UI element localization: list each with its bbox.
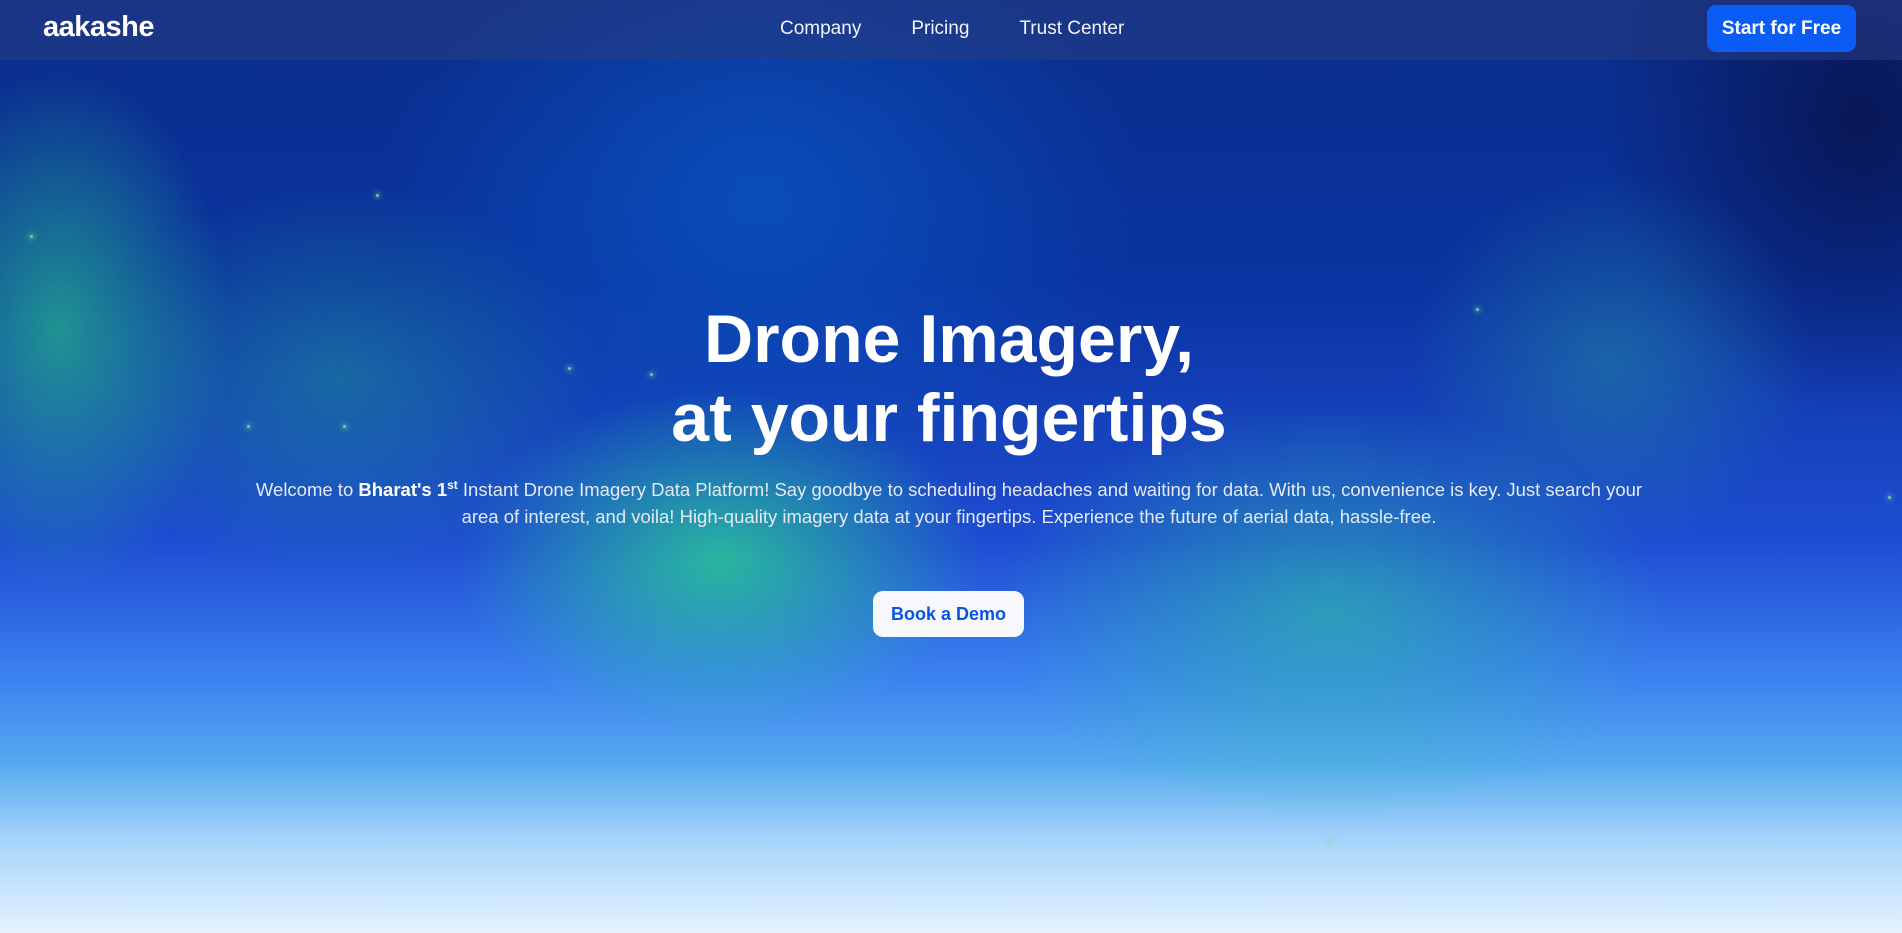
star-decoration bbox=[1888, 496, 1891, 499]
hero-background bbox=[0, 0, 1902, 933]
nav-links: Company Pricing Trust Center bbox=[780, 18, 1124, 40]
start-for-free-button[interactable]: Start for Free bbox=[1707, 5, 1856, 52]
nav-link-trust-center[interactable]: Trust Center bbox=[1019, 18, 1124, 40]
intro-prefix: Welcome to bbox=[255, 479, 359, 501]
nav-link-pricing[interactable]: Pricing bbox=[911, 18, 969, 40]
hero-title: Drone Imagery, at your fingertips bbox=[0, 300, 1898, 458]
star-decoration bbox=[30, 235, 33, 238]
star-decoration bbox=[1329, 840, 1332, 843]
intro-body: Instant Drone Imagery Data Platform! Say… bbox=[457, 479, 1643, 528]
hero-title-line-2: at your fingertips bbox=[671, 380, 1227, 456]
hero-title-line-1: Drone Imagery, bbox=[703, 301, 1194, 377]
intro-brand: Bharat's 1 bbox=[358, 479, 448, 501]
intro-superscript: st bbox=[447, 478, 458, 492]
top-navbar: aakashe Company Pricing Trust Center Sta… bbox=[0, 0, 1902, 60]
book-a-demo-button[interactable]: Book a Demo bbox=[873, 591, 1024, 637]
hero-intro: Welcome to Bharat's 1st Instant Drone Im… bbox=[240, 472, 1658, 530]
nav-link-company[interactable]: Company bbox=[780, 18, 861, 40]
star-decoration bbox=[376, 194, 379, 197]
brand-logo[interactable]: aakashe bbox=[43, 11, 155, 44]
